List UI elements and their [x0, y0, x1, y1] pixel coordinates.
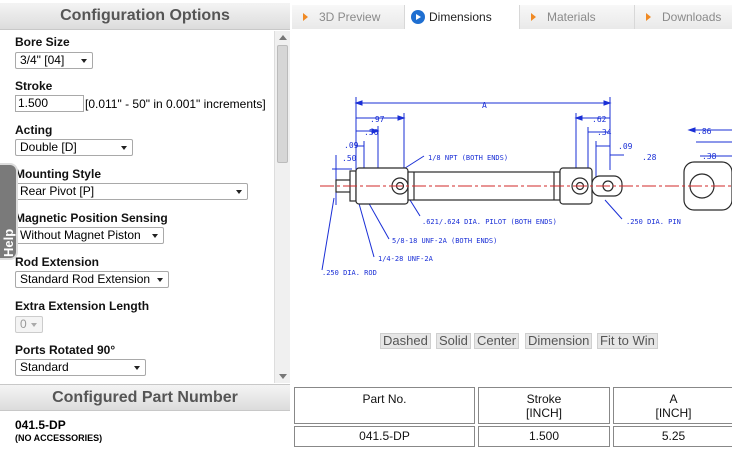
stroke-input[interactable]: 1.500	[15, 95, 84, 112]
header-part-no: Part No.	[294, 387, 475, 424]
acting-select[interactable]: Double [D]	[15, 139, 133, 156]
bore-size-value: 3/4" [04]	[20, 53, 65, 67]
scroll-down-icon[interactable]	[279, 374, 287, 379]
options-scrollbar[interactable]	[274, 31, 290, 383]
ports-rotated-select[interactable]: Standard	[15, 359, 146, 376]
configured-part-number-header: Configured Part Number	[0, 384, 290, 411]
configured-part-number: 041.5-DP	[15, 418, 66, 432]
tab-label: Materials	[547, 10, 596, 24]
callout-npt: 1/8 NPT (BOTH ENDS)	[428, 154, 508, 162]
dim-a: A	[482, 101, 487, 110]
dimension-button[interactable]: Dimension	[525, 333, 593, 349]
dim-97: .97	[370, 115, 385, 124]
magnetic-sensing-value: Without Magnet Piston	[20, 228, 141, 242]
callout-pilot: .621/.624 DIA. PILOT (BOTH ENDS)	[422, 218, 557, 226]
extra-extension-select[interactable]: 0	[15, 316, 43, 333]
orange-arrow-icon	[303, 13, 308, 21]
preview-panel: 3D Preview Dimensions Materials Download…	[292, 0, 732, 454]
callout-unf28: 1/4-28 UNF-2A	[378, 255, 434, 263]
tab-dimensions[interactable]: Dimensions	[405, 5, 520, 29]
dim-62: .62	[592, 115, 607, 124]
mounting-style-label: Mounting Style	[15, 167, 101, 181]
mounting-style-select[interactable]: Rear Pivot [P]	[15, 183, 248, 200]
acting-label: Acting	[15, 123, 53, 137]
chevron-down-icon	[157, 278, 163, 282]
header-a: A [INCH]	[613, 387, 732, 424]
ports-rotated-value: Standard	[20, 360, 69, 374]
tab-materials[interactable]: Materials	[520, 5, 635, 29]
chevron-down-icon	[236, 190, 242, 194]
stroke-label: Stroke	[15, 79, 53, 93]
dim-09b: .09	[618, 142, 633, 151]
bore-size-select[interactable]: 3/4" [04]	[15, 52, 93, 69]
tab-3d-preview[interactable]: 3D Preview	[292, 5, 405, 29]
fit-to-window-button[interactable]: Fit to Win	[597, 333, 658, 349]
dim-50b: .50	[342, 154, 357, 163]
magnetic-sensing-select[interactable]: Without Magnet Piston	[15, 227, 164, 244]
chevron-down-icon	[134, 366, 140, 370]
blue-play-icon	[411, 10, 425, 24]
dimension-drawing[interactable]: A .97 .50 .09 .50 .62 .34 .09 .28 .86 .3…	[292, 30, 732, 330]
preview-tabs: 3D Preview Dimensions Materials Download…	[292, 5, 732, 29]
table-cell-a: 5.25	[613, 426, 732, 447]
mounting-style-value: Rear Pivot [P]	[20, 184, 95, 198]
dashed-button[interactable]: Dashed	[380, 333, 431, 349]
rod-extension-value: Standard Rod Extension	[20, 272, 151, 286]
scroll-up-icon[interactable]	[279, 35, 287, 40]
callout-unf18: 5/8-18 UNF-2A (BOTH ENDS)	[392, 237, 497, 245]
stroke-range-hint: [0.011" - 50" in 0.001" increments]	[85, 97, 266, 111]
chevron-down-icon	[121, 146, 127, 150]
help-side-tab-label: Help	[1, 228, 16, 257]
solid-button[interactable]: Solid	[436, 333, 471, 349]
options-list: Bore Size 3/4" [04] Stroke 1.500 [0.011"…	[0, 31, 290, 383]
tab-label: Dimensions	[429, 10, 492, 24]
bore-size-label: Bore Size	[15, 35, 70, 49]
magnetic-sensing-label: Magnetic Position Sensing	[15, 211, 168, 225]
orange-arrow-icon	[531, 13, 536, 21]
dim-34: .34	[597, 128, 612, 137]
dim-38: .38	[702, 152, 717, 161]
orange-arrow-icon	[646, 13, 651, 21]
rod-extension-label: Rod Extension	[15, 255, 100, 269]
center-button[interactable]: Center	[474, 333, 520, 349]
table-cell-part-no: 041.5-DP	[294, 426, 475, 447]
table-cell-stroke: 1.500	[478, 426, 610, 447]
dim-86: .86	[697, 127, 712, 136]
tab-label: 3D Preview	[319, 10, 381, 24]
help-side-tab[interactable]: Help	[0, 163, 18, 260]
chevron-down-icon	[81, 59, 87, 63]
dim-28: .28	[642, 153, 657, 162]
chevron-down-icon	[152, 234, 158, 238]
tab-label: Downloads	[662, 10, 722, 24]
dim-09a: .09	[344, 141, 359, 150]
dim-50a: .50	[364, 128, 379, 137]
extra-extension-label: Extra Extension Length	[15, 299, 150, 313]
acting-value: Double [D]	[20, 140, 77, 154]
chevron-down-icon	[31, 323, 37, 327]
ports-rotated-label: Ports Rotated 90°	[15, 343, 116, 357]
extra-extension-value: 0	[20, 317, 27, 331]
callout-rod: .250 DIA. ROD	[322, 269, 377, 277]
configured-part-note: (NO ACCESSORIES)	[15, 433, 103, 443]
tab-downloads[interactable]: Downloads	[635, 5, 732, 29]
rod-extension-select[interactable]: Standard Rod Extension	[15, 271, 169, 288]
scroll-thumb[interactable]	[277, 45, 288, 163]
callout-pin: .250 DIA. PIN	[626, 218, 681, 226]
configuration-panel: Configuration Options Bore Size 3/4" [04…	[0, 0, 290, 454]
header-stroke: Stroke [INCH]	[478, 387, 610, 424]
configuration-options-header: Configuration Options	[0, 3, 290, 30]
